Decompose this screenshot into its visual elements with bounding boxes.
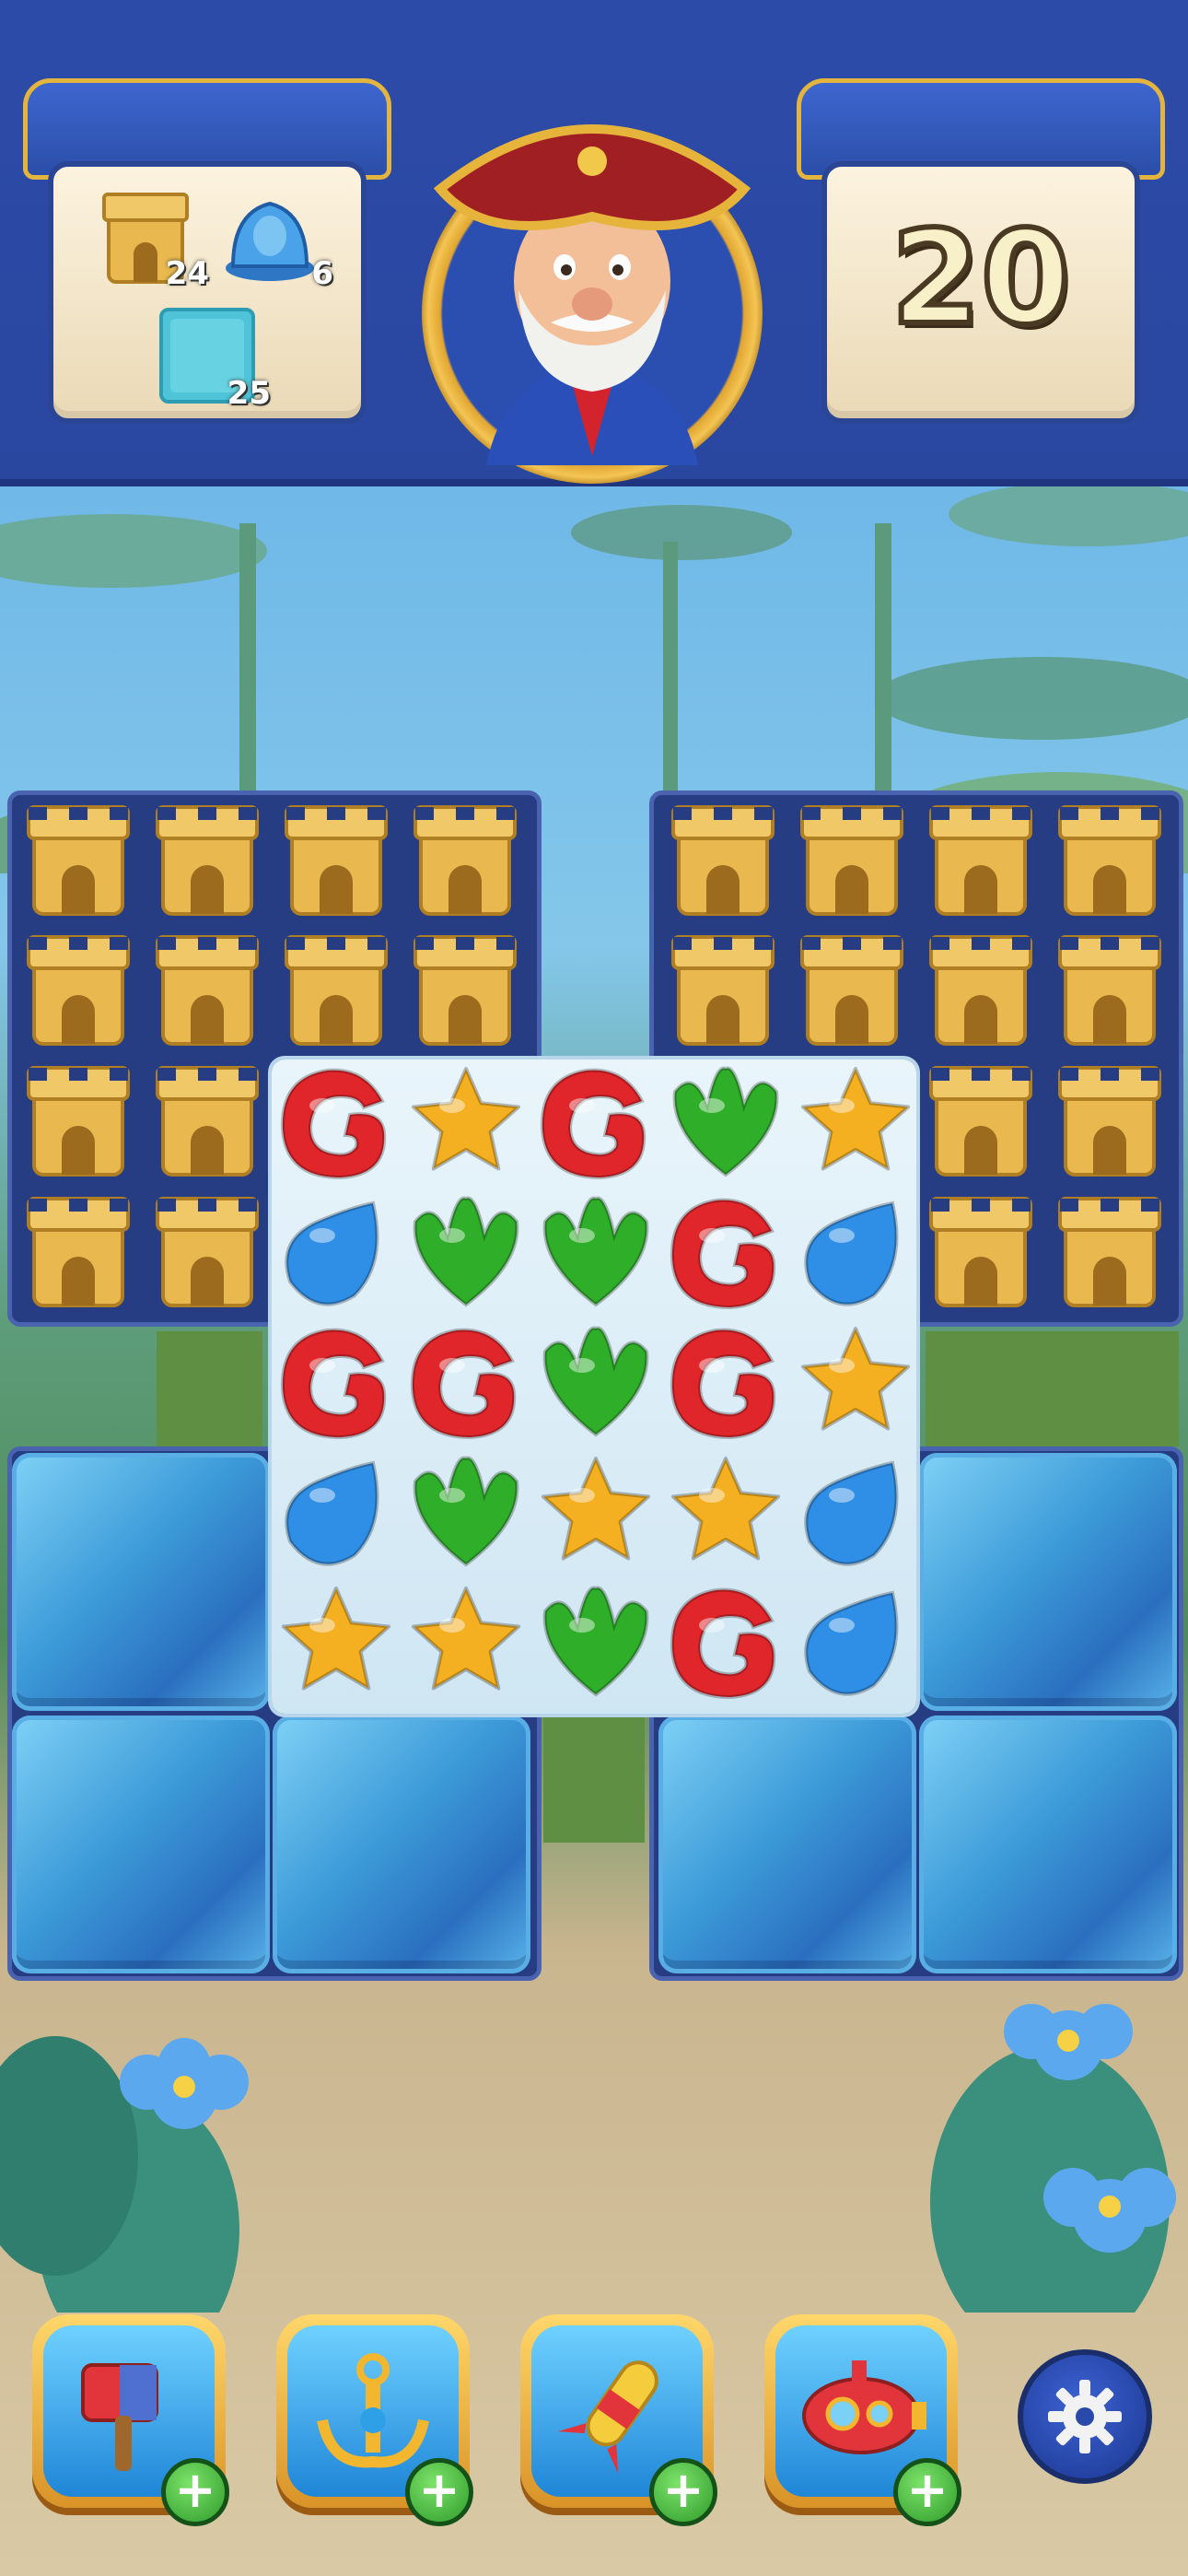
ice-block[interactable] <box>658 1715 916 1973</box>
candy-swirl[interactable] <box>410 1328 517 1440</box>
goal-count: 6 <box>311 255 333 292</box>
moves-panel: 20 <box>797 78 1165 428</box>
candy-swirl[interactable] <box>670 1587 776 1700</box>
sandcastle-block[interactable] <box>1045 794 1174 923</box>
add-booster-button[interactable]: + <box>893 2458 961 2526</box>
candy-star[interactable] <box>670 1457 781 1561</box>
submarine-booster[interactable]: + <box>764 2314 961 2526</box>
anchor-icon <box>317 2353 429 2468</box>
sandcastle-block[interactable] <box>916 794 1045 923</box>
sandcastle-block[interactable] <box>143 924 272 1053</box>
candy-drop[interactable] <box>804 1590 899 1696</box>
settings-button[interactable] <box>1018 2349 1152 2484</box>
sandcastle-block[interactable] <box>401 924 530 1053</box>
sandcastle-block[interactable] <box>272 924 401 1053</box>
goal-sandcastle: 24 <box>95 185 209 292</box>
candy-swirl[interactable] <box>280 1068 387 1180</box>
sandcastle-block[interactable] <box>14 1055 143 1184</box>
ice-block[interactable] <box>273 1715 530 1973</box>
sandcastle-block[interactable] <box>143 794 272 923</box>
sandcastle-block[interactable] <box>1045 1186 1174 1315</box>
sandcastle-block[interactable] <box>916 1186 1045 1315</box>
goals-panel: 24 6 25 <box>23 78 391 428</box>
sandcastle-block[interactable] <box>14 794 143 923</box>
grass-patch <box>157 1331 262 1446</box>
candy-star[interactable] <box>411 1587 521 1691</box>
captain-avatar <box>422 78 763 484</box>
candy-leaf[interactable] <box>542 1586 649 1697</box>
sandcastle-block[interactable] <box>14 1186 143 1315</box>
sandcastle-block[interactable] <box>916 924 1045 1053</box>
sandcastle-block[interactable] <box>916 1055 1045 1184</box>
candy-leaf[interactable] <box>542 1326 649 1437</box>
candy-star[interactable] <box>411 1067 521 1171</box>
candy-grid <box>280 1066 911 1700</box>
sandcastle-block[interactable] <box>401 794 530 923</box>
sandcastle-block[interactable] <box>658 794 787 923</box>
candy-star[interactable] <box>281 1587 391 1691</box>
goal-count: 24 <box>165 255 209 292</box>
sandcastle-block[interactable] <box>787 924 916 1053</box>
candy-swirl[interactable] <box>280 1328 387 1440</box>
candy-leaf[interactable] <box>413 1456 519 1567</box>
candy-swirl[interactable] <box>670 1198 776 1310</box>
grass-patch <box>926 1331 1179 1446</box>
hammer-booster[interactable]: + <box>32 2314 229 2526</box>
ice-block[interactable] <box>12 1453 270 1711</box>
hammer-icon <box>81 2363 158 2471</box>
ice-block[interactable] <box>919 1453 1177 1711</box>
rocket-icon <box>557 2360 658 2474</box>
candy-star[interactable] <box>800 1067 911 1171</box>
sandcastle-block[interactable] <box>272 794 401 923</box>
add-booster-button[interactable]: + <box>161 2458 229 2526</box>
candy-leaf[interactable] <box>672 1066 779 1177</box>
candy-drop[interactable] <box>285 1200 379 1306</box>
blue-statue-icon <box>226 201 314 281</box>
add-booster-button[interactable]: + <box>649 2458 717 2526</box>
grass-patch <box>543 1714 645 1843</box>
candy-swirl[interactable] <box>670 1328 776 1440</box>
candy-drop[interactable] <box>804 1460 899 1566</box>
candy-drop[interactable] <box>804 1200 899 1306</box>
goal-statue: 6 <box>219 185 333 292</box>
foreground-cacti <box>0 2004 1176 2313</box>
sandcastle-block[interactable] <box>1045 1055 1174 1184</box>
candy-star[interactable] <box>800 1327 911 1431</box>
ice-block[interactable] <box>12 1715 270 1973</box>
sandcastle-block[interactable] <box>143 1186 272 1315</box>
sandcastle-block[interactable] <box>787 794 916 923</box>
pirate-captain-avatar <box>433 124 751 465</box>
candy-swirl[interactable] <box>540 1068 646 1180</box>
goal-count: 25 <box>227 375 271 412</box>
rocket-booster[interactable]: + <box>520 2314 717 2526</box>
sandcastle-block[interactable] <box>658 924 787 1053</box>
gear-icon <box>1048 2380 1122 2453</box>
anchor-booster[interactable]: + <box>276 2314 473 2526</box>
goal-ice: 25 <box>157 305 271 412</box>
sandcastle-block[interactable] <box>1045 924 1174 1053</box>
candy-star[interactable] <box>541 1457 651 1561</box>
ice-block[interactable] <box>919 1715 1177 1973</box>
add-booster-button[interactable]: + <box>405 2458 473 2526</box>
candy-drop[interactable] <box>285 1460 379 1566</box>
game-screen: 24 6 25 20 + + + + <box>0 0 1188 2576</box>
submarine-icon <box>802 2360 926 2454</box>
moves-counter: 20 <box>889 201 1074 357</box>
sandcastle-block[interactable] <box>14 924 143 1053</box>
candy-leaf[interactable] <box>542 1196 649 1307</box>
candy-leaf[interactable] <box>413 1196 519 1307</box>
sandcastle-block[interactable] <box>143 1055 272 1184</box>
